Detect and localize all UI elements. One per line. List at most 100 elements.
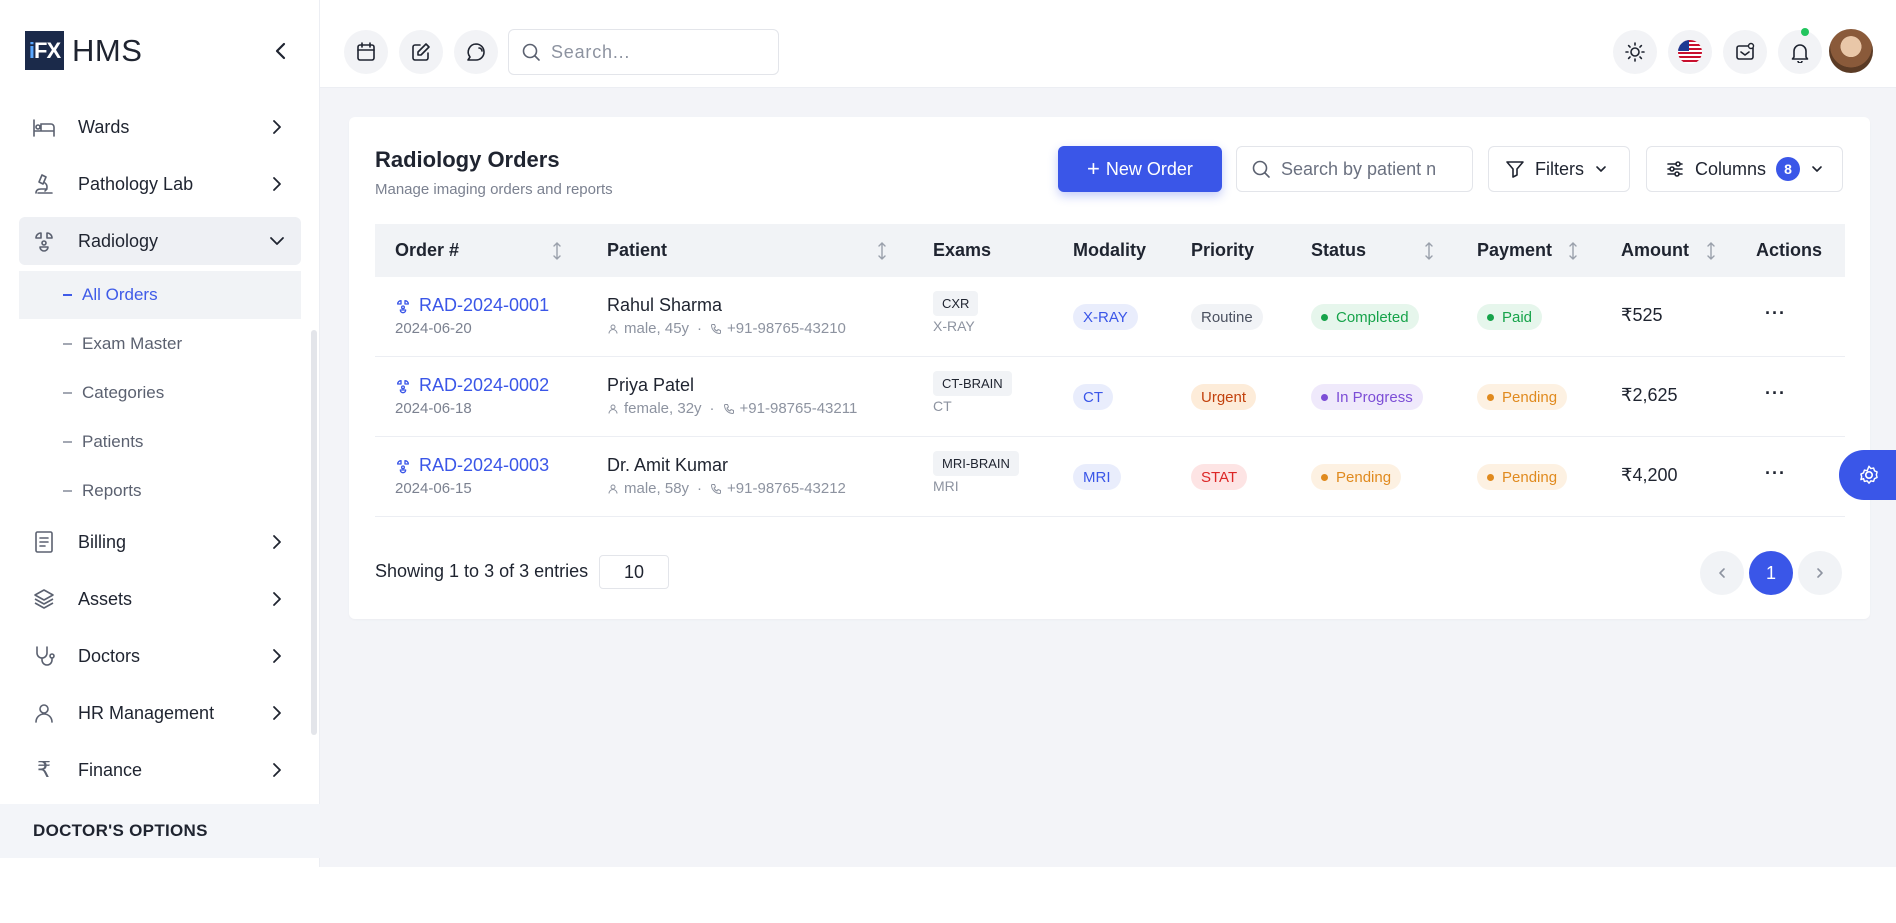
calendar-button[interactable] xyxy=(344,30,388,74)
user-icon xyxy=(31,700,57,726)
patient-phone: +91-98765-43210 xyxy=(727,320,846,337)
column-header-amount[interactable]: Amount xyxy=(1621,224,1689,277)
layers-icon xyxy=(31,586,57,612)
entries-summary: Showing 1 to 3 of 3 entries xyxy=(375,561,589,581)
language-button[interactable] xyxy=(1668,30,1712,74)
chevron-down-icon xyxy=(1596,166,1606,172)
rupee-icon: ₹ xyxy=(37,757,51,782)
column-header-order[interactable]: Order # xyxy=(395,224,459,277)
exam-code-badge: MRI-BRAIN xyxy=(933,451,1019,476)
column-header-patient[interactable]: Patient xyxy=(607,224,667,277)
sort-icon[interactable] xyxy=(1567,241,1579,261)
radiology-icon xyxy=(397,299,409,313)
table-row: RAD-2024-0003 2024-06-15 Dr. Amit Kumar … xyxy=(375,437,1845,517)
sidebar-scrollbar[interactable] xyxy=(311,330,317,735)
search-icon xyxy=(1252,160,1270,178)
priority-badge: Routine xyxy=(1191,304,1263,330)
more-actions-icon[interactable]: ··· xyxy=(1765,303,1786,324)
chat-button[interactable] xyxy=(454,30,498,74)
new-order-button[interactable]: + New Order xyxy=(1058,146,1222,192)
patient-name: Priya Patel xyxy=(607,375,695,395)
page-size-select[interactable]: 10 xyxy=(599,555,669,589)
sidebar-subitem-all-orders[interactable]: All Orders xyxy=(19,271,301,319)
sidebar-item-finance[interactable]: ₹ Finance xyxy=(19,746,301,794)
messages-button[interactable] xyxy=(1723,30,1767,74)
status-badge: Completed xyxy=(1311,304,1419,330)
dash-icon xyxy=(63,392,72,394)
more-actions-icon[interactable]: ··· xyxy=(1765,383,1786,404)
payment-dot xyxy=(1487,473,1494,481)
sort-icon[interactable] xyxy=(1423,241,1435,261)
patient-search-input[interactable] xyxy=(1281,158,1451,180)
app-name: HMS xyxy=(72,32,143,68)
next-page-button[interactable] xyxy=(1798,551,1842,595)
avatar[interactable] xyxy=(1829,29,1873,73)
chevron-right-icon xyxy=(273,120,281,134)
order-link[interactable]: RAD-2024-0001 xyxy=(395,295,549,316)
more-actions-icon[interactable]: ··· xyxy=(1765,463,1786,484)
search-input[interactable] xyxy=(551,41,761,63)
sidebar-item-radiology[interactable]: Radiology xyxy=(19,217,301,265)
payment-dot xyxy=(1487,313,1494,321)
order-link[interactable]: RAD-2024-0002 xyxy=(395,375,549,396)
bed-icon xyxy=(31,114,57,140)
column-header-payment[interactable]: Payment xyxy=(1477,224,1552,277)
radiology-icon xyxy=(397,459,409,473)
sidebar-subitem-patients[interactable]: Patients xyxy=(19,418,301,466)
sidebar-item-assets[interactable]: Assets xyxy=(19,575,301,623)
filters-label: Filters xyxy=(1535,158,1584,179)
order-link[interactable]: RAD-2024-0003 xyxy=(395,455,549,476)
global-search[interactable] xyxy=(508,29,779,75)
chevron-right-icon xyxy=(273,649,281,663)
sidebar-item-billing[interactable]: Billing xyxy=(19,518,301,566)
page-title: Radiology Orders xyxy=(375,147,560,172)
sort-icon[interactable] xyxy=(1705,241,1717,261)
sidebar-item-doctors[interactable]: Doctors xyxy=(19,632,301,680)
radiology-icon xyxy=(31,228,57,254)
sidebar-subitem-exam-master[interactable]: Exam Master xyxy=(19,320,301,368)
status-text: Pending xyxy=(1336,468,1392,486)
edit-button[interactable] xyxy=(399,30,443,74)
sidebar-subitem-categories[interactable]: Categories xyxy=(19,369,301,417)
exam-modality: CT xyxy=(933,398,952,414)
filter-icon xyxy=(1506,161,1524,178)
sidebar-item-label: Assets xyxy=(78,588,133,609)
settings-fab-button[interactable] xyxy=(1839,450,1896,500)
order-date: 2024-06-20 xyxy=(395,320,472,337)
app-logo[interactable]: i FX HMS xyxy=(25,31,142,70)
sidebar-subitem-reports[interactable]: Reports xyxy=(19,467,301,515)
patient-phone: +91-98765-43211 xyxy=(739,400,858,417)
previous-page-button[interactable] xyxy=(1700,551,1744,595)
sidebar-item-hr-management[interactable]: HR Management xyxy=(19,689,301,737)
filters-button[interactable]: Filters xyxy=(1488,146,1630,192)
chevron-right-icon xyxy=(1817,568,1823,578)
table-row: RAD-2024-0002 2024-06-18 Priya Patel fem… xyxy=(375,357,1845,437)
sidebar-item-label: Billing xyxy=(78,531,127,552)
priority-badge: STAT xyxy=(1191,464,1248,490)
notifications-button[interactable] xyxy=(1778,30,1822,74)
payment-text: Pending xyxy=(1502,468,1558,486)
column-header-priority: Priority xyxy=(1191,240,1255,260)
patient-name: Rahul Sharma xyxy=(607,295,723,315)
patient-phone: +91-98765-43212 xyxy=(727,480,846,497)
user-icon xyxy=(608,324,618,334)
patient-search[interactable] xyxy=(1236,146,1473,192)
columns-button[interactable]: Columns 8 xyxy=(1646,146,1843,192)
page-button-current[interactable]: 1 xyxy=(1749,551,1793,595)
us-flag-icon xyxy=(1678,40,1702,64)
column-header-status[interactable]: Status xyxy=(1311,224,1366,277)
modality-badge: CT xyxy=(1073,384,1113,410)
sort-icon[interactable] xyxy=(551,241,563,261)
bell-icon xyxy=(1791,44,1809,63)
table-row: RAD-2024-0001 2024-06-20 Rahul Sharma ma… xyxy=(375,277,1845,357)
sort-icon[interactable] xyxy=(876,241,888,261)
chevron-left-icon xyxy=(1719,568,1725,578)
doctors-options-section[interactable]: DOCTOR'S OPTIONS xyxy=(0,804,320,858)
sidebar-item-wards[interactable]: Wards xyxy=(19,103,301,151)
user-icon xyxy=(608,404,618,414)
collapse-sidebar-button[interactable] xyxy=(268,38,294,64)
theme-toggle-button[interactable] xyxy=(1613,30,1657,74)
exam-modality: X-RAY xyxy=(933,318,975,334)
sidebar-item-pathology-lab[interactable]: Pathology Lab xyxy=(19,160,301,208)
payment-text: Pending xyxy=(1502,388,1558,406)
